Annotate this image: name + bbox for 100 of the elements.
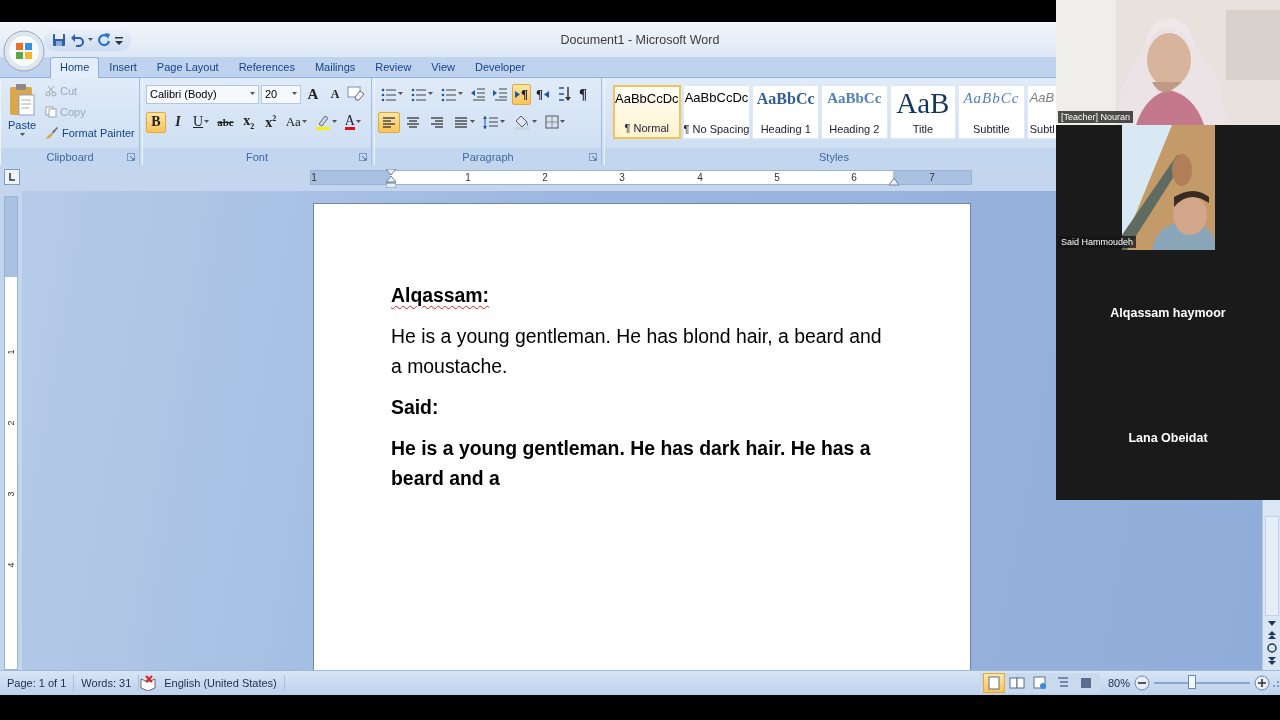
caret-icon[interactable] bbox=[19, 133, 25, 137]
participant-name: Alqassam haymoor bbox=[1110, 305, 1226, 320]
ribbon-tab[interactable]: View bbox=[421, 57, 465, 77]
redo-icon[interactable] bbox=[97, 32, 111, 47]
caret-icon[interactable] bbox=[470, 120, 475, 124]
grow-font-button[interactable]: A bbox=[303, 83, 323, 105]
ruler-number: 2 bbox=[6, 420, 16, 426]
align-left-icon bbox=[381, 114, 397, 130]
font-name-field[interactable]: Calibri (Body) bbox=[146, 84, 259, 104]
caret-icon[interactable] bbox=[292, 92, 297, 96]
caret-icon[interactable] bbox=[204, 120, 210, 124]
indent-marker-icon[interactable] bbox=[386, 169, 396, 188]
ribbon-tab[interactable]: Mailings bbox=[304, 57, 366, 77]
caret-icon[interactable] bbox=[428, 92, 433, 96]
scissors-icon bbox=[45, 84, 57, 97]
ribbon-tab[interactable]: Insert bbox=[99, 57, 147, 77]
zoom-out-icon[interactable] bbox=[1134, 674, 1150, 691]
clipboard-icon bbox=[8, 83, 36, 117]
borders-icon bbox=[545, 115, 559, 129]
strike-button[interactable]: abc bbox=[214, 111, 237, 133]
caret-icon[interactable] bbox=[560, 120, 565, 124]
arrow-icon bbox=[515, 90, 520, 98]
caret-icon[interactable] bbox=[532, 120, 537, 124]
align-left-button[interactable] bbox=[378, 111, 400, 133]
print-view-icon bbox=[985, 674, 1002, 691]
zoom-slider-thumb[interactable] bbox=[1188, 674, 1197, 689]
caret-icon[interactable] bbox=[458, 92, 463, 96]
numbered-list-icon bbox=[411, 86, 427, 102]
browse-object-icon[interactable] bbox=[1265, 642, 1278, 654]
scroll-down-icon[interactable] bbox=[1265, 618, 1278, 628]
window-title: Document1 - Microsoft Word bbox=[560, 32, 720, 47]
participant-name: Said Hammoudeh bbox=[1058, 236, 1137, 248]
caret-icon[interactable] bbox=[500, 120, 505, 124]
caret-icon[interactable] bbox=[88, 37, 93, 42]
speaker-label: Said: bbox=[391, 395, 440, 420]
reading-view-icon bbox=[1008, 674, 1025, 691]
undo-icon[interactable] bbox=[70, 32, 84, 47]
style-item[interactable]: AaBbCcDc ¶ No Spacing bbox=[682, 85, 751, 139]
italic-button[interactable]: I bbox=[168, 111, 188, 133]
tab-selector-icon[interactable] bbox=[4, 169, 20, 185]
indent-marker-icon[interactable] bbox=[889, 178, 899, 186]
case-button[interactable]: Aa bbox=[282, 111, 310, 133]
dialog-launcher-icon[interactable] bbox=[589, 152, 597, 161]
font-size-field[interactable]: 20 bbox=[261, 84, 301, 104]
caret-icon[interactable] bbox=[301, 120, 307, 124]
caret-icon[interactable] bbox=[331, 120, 337, 124]
caret-icon[interactable] bbox=[250, 92, 255, 96]
caret-icon[interactable] bbox=[398, 92, 403, 96]
ruler-number: 7 bbox=[929, 171, 935, 184]
zoom-in-icon[interactable] bbox=[1254, 674, 1270, 691]
shrink-font-button[interactable]: A bbox=[325, 83, 345, 105]
sort-icon bbox=[557, 86, 572, 102]
ruler-number: 3 bbox=[619, 171, 625, 184]
paragraph: He is a young gentleman. He has dark hair. He has a beard and a bbox=[391, 436, 872, 491]
word-count[interactable]: Words: 31 bbox=[74, 674, 140, 691]
ribbon-tab[interactable]: Developer bbox=[465, 57, 536, 77]
ruler-number: 4 bbox=[697, 171, 703, 184]
font-color-button[interactable]: A bbox=[341, 111, 364, 133]
align-justify-icon bbox=[453, 114, 469, 130]
sup-button[interactable]: x$^{2}$ bbox=[260, 111, 281, 133]
style-item[interactable]: AaBbCc Heading 1 bbox=[752, 85, 819, 139]
paint-bucket-icon bbox=[513, 114, 531, 130]
format-painter-button[interactable]: Format Painter bbox=[43, 123, 137, 142]
style-item[interactable]: AaB Title bbox=[889, 85, 957, 139]
right-to-left-button[interactable]: ¶ bbox=[533, 83, 553, 105]
decrease-indent-icon bbox=[471, 87, 485, 101]
dialog-launcher-icon[interactable] bbox=[127, 152, 135, 161]
bold-button[interactable]: B bbox=[146, 111, 166, 133]
zoom-slider[interactable] bbox=[1154, 677, 1250, 688]
underline-button[interactable]: U bbox=[190, 111, 213, 133]
show-marks-button[interactable]: ¶ bbox=[576, 83, 591, 105]
language-label[interactable]: English (United States) bbox=[157, 674, 285, 691]
dialog-launcher-icon[interactable] bbox=[359, 152, 367, 161]
style-item[interactable]: AaBbCc Heading 2 bbox=[821, 85, 888, 139]
print-view-button[interactable] bbox=[982, 672, 1005, 693]
paste-button[interactable]: Paste bbox=[4, 81, 40, 148]
proofing-book-icon[interactable] bbox=[139, 674, 158, 691]
copy-icon bbox=[45, 105, 57, 118]
customize-icon[interactable] bbox=[115, 34, 123, 45]
ribbon-tab[interactable]: References bbox=[228, 57, 305, 77]
page-count[interactable]: Page: 1 of 1 bbox=[0, 674, 75, 691]
arrow-icon bbox=[544, 90, 550, 98]
style-item[interactable]: AaBbCcDc ¶ Normal bbox=[613, 85, 681, 139]
ruler-number: 3 bbox=[6, 491, 16, 497]
web-view-icon bbox=[1031, 674, 1048, 691]
ribbon-tab[interactable]: Home bbox=[50, 57, 100, 78]
clear-formatting-icon[interactable] bbox=[347, 85, 365, 103]
ribbon-tab[interactable]: Review bbox=[365, 57, 422, 77]
align-center-icon bbox=[405, 114, 421, 130]
group-label: Styles bbox=[819, 150, 849, 163]
left-to-right-button[interactable]: ¶ bbox=[512, 83, 532, 105]
save-icon[interactable] bbox=[52, 32, 66, 47]
speaker-label: Alqassam: bbox=[391, 283, 490, 308]
caret-icon[interactable] bbox=[355, 120, 361, 124]
ribbon-tab[interactable]: Page Layout bbox=[146, 57, 229, 77]
brush-icon bbox=[45, 126, 59, 139]
sub-button[interactable]: x$_{2}$ bbox=[238, 111, 259, 133]
zoom-level[interactable]: 80% bbox=[1107, 676, 1130, 689]
ruler-number: 6 bbox=[851, 171, 857, 184]
style-item[interactable]: AaBbCc Subtitle bbox=[958, 85, 1025, 139]
